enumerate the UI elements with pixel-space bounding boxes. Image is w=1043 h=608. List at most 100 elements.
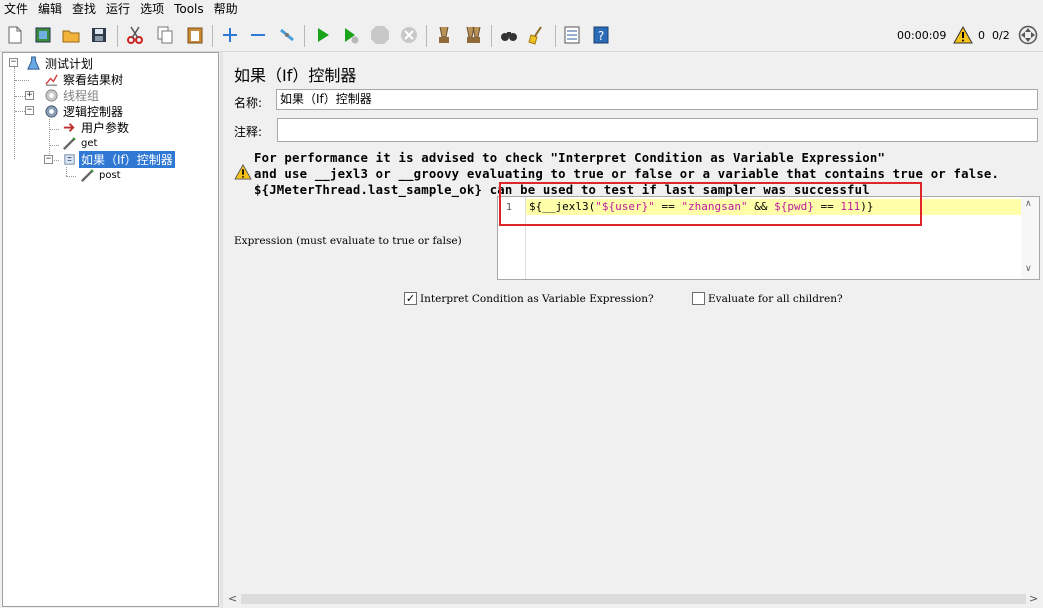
checkbox-unchecked-icon[interactable] bbox=[692, 292, 705, 305]
tree-item-label: 线程组 bbox=[63, 88, 100, 103]
start-icon[interactable] bbox=[312, 24, 334, 46]
toolbar-separator bbox=[426, 25, 427, 47]
start-no-pause-icon[interactable] bbox=[340, 24, 362, 46]
stop-icon[interactable] bbox=[369, 24, 391, 46]
sampler-icon bbox=[79, 167, 95, 183]
cut-icon[interactable] bbox=[124, 24, 146, 46]
scroll-right-icon[interactable]: > bbox=[1029, 592, 1038, 605]
comment-label: 注释: bbox=[234, 125, 263, 139]
collapse-toggle[interactable]: − bbox=[9, 58, 18, 67]
menu-options[interactable]: 选项 bbox=[136, 0, 170, 19]
toolbar-separator bbox=[491, 25, 492, 47]
scrollbar-track[interactable] bbox=[241, 594, 1026, 604]
menu-bar: 文件 编辑 查找 运行 选项 Tools 帮助 bbox=[0, 0, 1043, 19]
search-icon[interactable] bbox=[498, 24, 520, 46]
reset-search-icon[interactable] bbox=[526, 24, 548, 46]
tree-item-view-results-tree[interactable]: 察看结果树 bbox=[43, 71, 125, 87]
evaluate-all-children-checkbox[interactable]: Evaluate for all children? bbox=[692, 292, 843, 305]
tree-item-if-controller[interactable]: 如果（If）控制器 bbox=[61, 150, 175, 168]
help-icon[interactable]: ? bbox=[590, 24, 612, 46]
tree-item-label: 如果（If）控制器 bbox=[79, 150, 175, 168]
elapsed-timer: 00:00:09 bbox=[897, 28, 947, 42]
tree-line bbox=[66, 176, 76, 177]
warning-icon bbox=[234, 163, 254, 182]
toolbar-separator bbox=[304, 25, 305, 47]
menu-edit[interactable]: 编辑 bbox=[34, 0, 68, 19]
thread-group-icon bbox=[43, 87, 59, 103]
new-icon[interactable] bbox=[4, 24, 26, 46]
performance-advice-text: For performance it is advised to check "… bbox=[254, 151, 886, 165]
tree-line bbox=[49, 129, 59, 130]
clear-all-icon[interactable] bbox=[462, 24, 484, 46]
performance-advice-text: and use __jexl3 or __groovy evaluating t… bbox=[254, 167, 1000, 181]
svg-text:?: ? bbox=[598, 29, 604, 43]
editor-scrollbar[interactable]: ∧ ∨ bbox=[1021, 197, 1039, 279]
panel-splitter[interactable] bbox=[220, 52, 223, 608]
toolbar-separator bbox=[117, 25, 118, 47]
checkbox-checked-icon[interactable]: ✓ bbox=[404, 292, 417, 305]
function-helper-icon[interactable] bbox=[561, 24, 583, 46]
tree-line bbox=[66, 167, 67, 176]
expand-icon[interactable] bbox=[219, 24, 241, 46]
checkbox-label: Interpret Condition as Variable Expressi… bbox=[420, 292, 654, 305]
toggle-icon[interactable] bbox=[276, 24, 298, 46]
tree-item-get[interactable]: get bbox=[61, 135, 99, 151]
sampler-icon bbox=[61, 135, 77, 151]
menu-tools[interactable]: Tools bbox=[170, 0, 210, 19]
menu-help[interactable]: 帮助 bbox=[210, 0, 244, 19]
toolbar: ? 00:00:09 0 0/2 bbox=[0, 19, 1043, 52]
clear-icon[interactable] bbox=[433, 24, 455, 46]
test-plan-tree: − + − − 测试计划 察看结果树 线程组 逻辑控制器 用户参数 get 如果… bbox=[2, 52, 219, 607]
test-plan-icon bbox=[25, 55, 41, 71]
warning-icon[interactable] bbox=[952, 24, 974, 46]
scroll-down-icon[interactable]: ∨ bbox=[1025, 264, 1032, 274]
page-title: 如果（If）控制器 bbox=[234, 66, 357, 85]
toolbar-separator bbox=[555, 25, 556, 47]
tree-item-label: 测试计划 bbox=[45, 56, 94, 71]
menu-run[interactable]: 运行 bbox=[102, 0, 136, 19]
tree-item-post[interactable]: post bbox=[79, 167, 123, 183]
annotation-highlight-box bbox=[499, 182, 922, 226]
scroll-up-icon[interactable]: ∧ bbox=[1025, 199, 1032, 209]
collapse-toggle[interactable]: − bbox=[44, 155, 53, 164]
menu-file[interactable]: 文件 bbox=[0, 0, 34, 19]
paste-icon[interactable] bbox=[184, 24, 206, 46]
remote-status-icon bbox=[1017, 24, 1039, 46]
if-controller-panel: 如果（If）控制器 名称: 如果（If）控制器 注释: For performa… bbox=[224, 52, 1043, 608]
shutdown-icon[interactable] bbox=[398, 24, 420, 46]
save-icon[interactable] bbox=[88, 24, 110, 46]
interpret-condition-checkbox[interactable]: ✓ Interpret Condition as Variable Expres… bbox=[404, 292, 654, 305]
horizontal-scrollbar[interactable]: < > bbox=[224, 591, 1043, 607]
name-field[interactable]: 如果（If）控制器 bbox=[276, 89, 1038, 110]
if-controller-icon bbox=[61, 151, 77, 167]
tree-item-label: post bbox=[99, 169, 121, 181]
checkbox-label: Evaluate for all children? bbox=[708, 292, 843, 305]
comment-field[interactable] bbox=[277, 118, 1038, 142]
name-label: 名称: bbox=[234, 96, 263, 110]
expression-label: Expression (must evaluate to true or fal… bbox=[234, 235, 462, 247]
copy-icon[interactable] bbox=[154, 24, 176, 46]
tree-line bbox=[49, 145, 59, 146]
user-parameters-icon bbox=[61, 119, 77, 135]
tree-item-logic-controller[interactable]: 逻辑控制器 bbox=[43, 103, 125, 119]
tree-item-user-parameters[interactable]: 用户参数 bbox=[61, 119, 131, 135]
menu-search[interactable]: 查找 bbox=[68, 0, 102, 19]
templates-icon[interactable] bbox=[32, 24, 54, 46]
view-results-tree-icon bbox=[43, 71, 59, 87]
collapse-toggle[interactable]: − bbox=[25, 106, 34, 115]
toolbar-separator bbox=[212, 25, 213, 47]
tree-item-label: 用户参数 bbox=[81, 120, 130, 135]
tree-item-label: get bbox=[81, 137, 98, 149]
scroll-left-icon[interactable]: < bbox=[228, 592, 237, 605]
thread-group-icon bbox=[43, 103, 59, 119]
tree-item-label: 察看结果树 bbox=[63, 72, 124, 87]
tree-line bbox=[15, 80, 29, 81]
open-icon[interactable] bbox=[60, 24, 82, 46]
collapse-icon[interactable] bbox=[247, 24, 269, 46]
expand-toggle[interactable]: + bbox=[25, 91, 34, 100]
tree-item-label: 逻辑控制器 bbox=[63, 104, 124, 119]
active-threads: 0/2 bbox=[992, 28, 1010, 42]
error-count: 0 bbox=[978, 28, 985, 42]
tree-item-test-plan[interactable]: 测试计划 bbox=[25, 55, 95, 71]
tree-item-thread-group[interactable]: 线程组 bbox=[43, 87, 101, 103]
